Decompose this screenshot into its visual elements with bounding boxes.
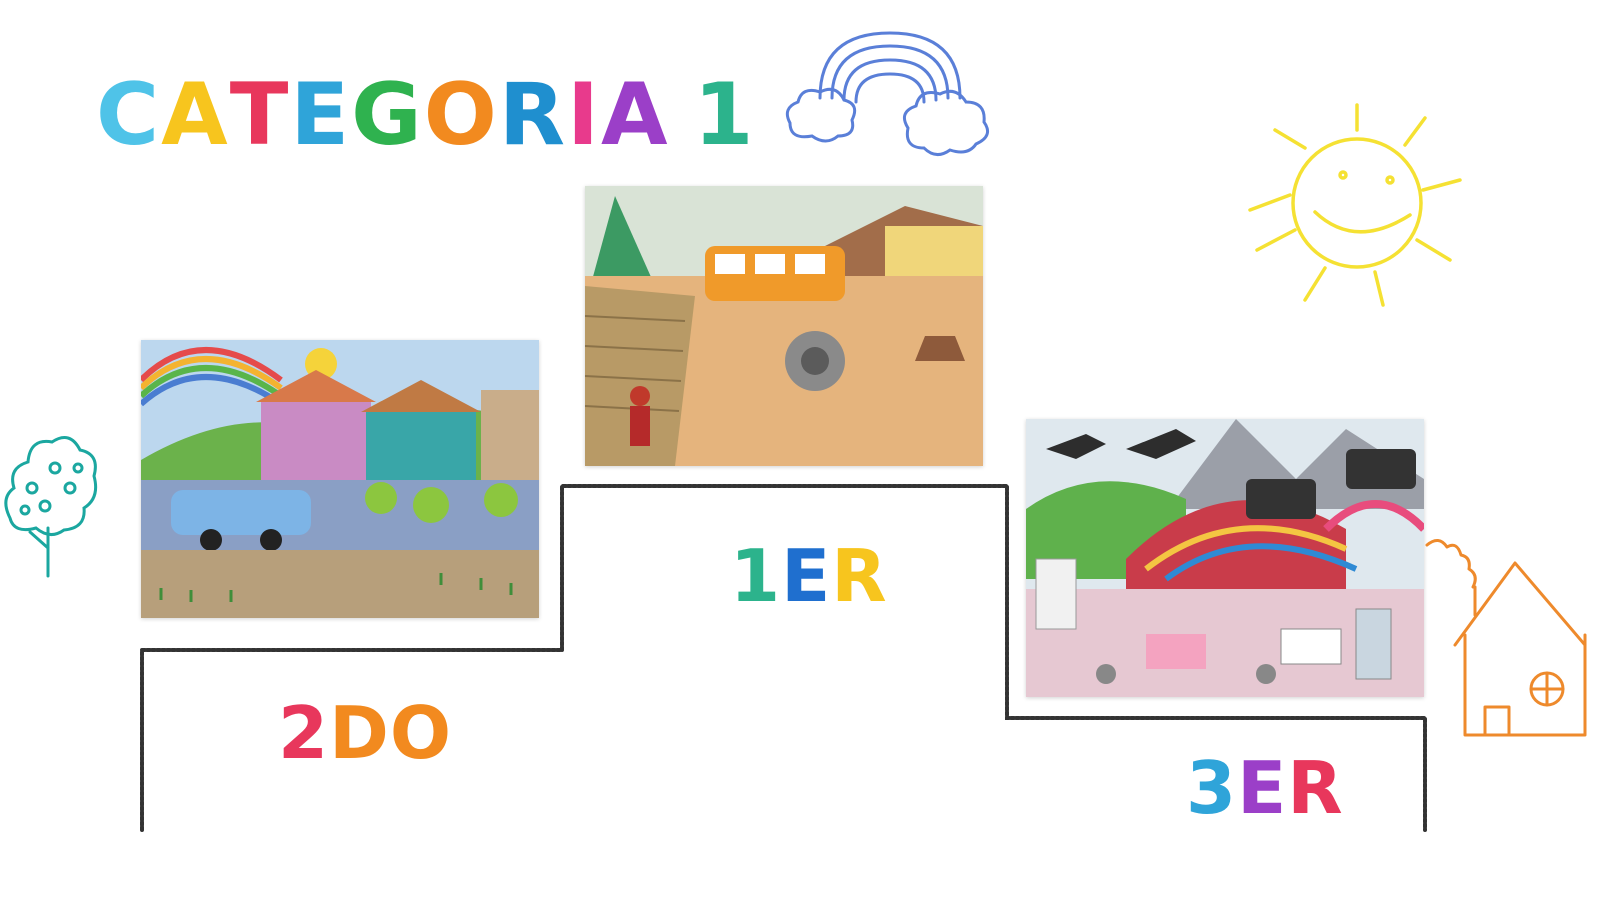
label-letter: E xyxy=(781,534,832,618)
first-place-label: 1ER xyxy=(730,540,888,612)
label-letter: 2 xyxy=(278,691,330,775)
label-letter: E xyxy=(1237,746,1288,830)
label-letter: 3 xyxy=(1186,746,1238,830)
artwork-first-place[interactable] xyxy=(585,186,983,466)
rainbow-cloud-doodle-icon xyxy=(785,31,990,156)
label-letter: 1 xyxy=(730,534,782,618)
label-letter: R xyxy=(1287,746,1344,830)
artwork-second-place[interactable] xyxy=(141,340,539,618)
label-letter: O xyxy=(389,691,453,775)
tree-doodle-icon xyxy=(4,436,98,578)
second-place-label: 2DO xyxy=(278,697,452,769)
third-place-label: 3ER xyxy=(1186,752,1344,824)
house-doodle-icon xyxy=(1425,539,1587,737)
sun-doodle-icon xyxy=(1248,103,1462,307)
label-letter: D xyxy=(329,691,390,775)
artwork-third-place[interactable] xyxy=(1026,419,1424,697)
label-letter: R xyxy=(831,534,888,618)
